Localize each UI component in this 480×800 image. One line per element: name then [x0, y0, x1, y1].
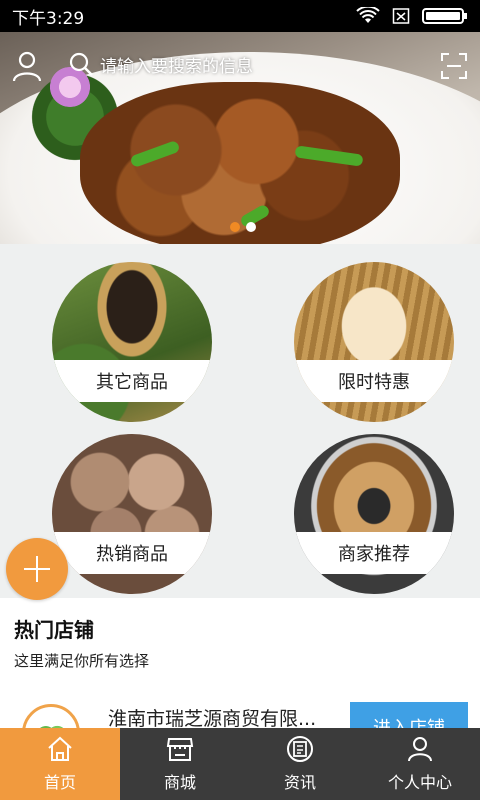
- hot-shops-section: 热门店铺 这里满足你所有选择 淮南市瑞芝源商贸有限... 进入店铺: [0, 598, 480, 728]
- category-grid: 其它商品 限时特惠 热销商品 商家推荐: [0, 244, 480, 598]
- battery-icon: [422, 8, 467, 24]
- section-subtitle: 这里满足你所有选择: [14, 652, 150, 670]
- plus-icon: [24, 556, 50, 582]
- nav-item-home[interactable]: 首页: [0, 728, 120, 800]
- search-icon: [69, 52, 93, 76]
- category-label-bar: 热销商品: [52, 532, 212, 574]
- category-other-products[interactable]: 其它商品: [52, 262, 212, 422]
- nav-label: 首页: [43, 773, 76, 792]
- person-icon: [408, 737, 432, 762]
- search-bar[interactable]: 请输入要搜索的信息: [60, 44, 420, 84]
- nav-item-store[interactable]: 商城: [120, 728, 240, 800]
- category-label: 其它商品: [96, 372, 168, 393]
- pagination-dot-active[interactable]: [230, 222, 240, 232]
- status-bar: 下午3:29: [0, 0, 480, 32]
- category-merchant-picks[interactable]: 商家推荐: [294, 434, 454, 594]
- user-icon[interactable]: [12, 50, 42, 82]
- category-label: 限时特惠: [338, 372, 410, 393]
- nav-item-profile[interactable]: 个人中心: [360, 728, 480, 800]
- nav-item-news[interactable]: 资讯: [240, 728, 360, 800]
- category-hot-sellers[interactable]: 热销商品: [52, 434, 212, 594]
- search-placeholder[interactable]: 请输入要搜索的信息: [100, 52, 253, 77]
- wifi-icon: [356, 7, 380, 23]
- nav-label: 商城: [163, 773, 196, 792]
- shop-logo: [22, 704, 80, 728]
- enter-shop-button[interactable]: 进入店铺: [350, 702, 468, 728]
- sim-off-icon: [392, 8, 410, 24]
- floating-add-button[interactable]: [6, 538, 68, 600]
- home-icon: [48, 736, 72, 761]
- store-icon: [166, 738, 194, 761]
- banner-pagination: [230, 222, 256, 232]
- shop-name[interactable]: 淮南市瑞芝源商贸有限...: [108, 704, 316, 728]
- top-search-overlay: 请输入要搜索的信息: [0, 40, 480, 92]
- status-time: 下午3:29: [12, 8, 85, 29]
- status-icons: [356, 7, 468, 25]
- category-label-bar: 商家推荐: [294, 532, 454, 574]
- category-label-bar: 限时特惠: [294, 360, 454, 402]
- nav-label: 资讯: [283, 773, 316, 792]
- category-label-bar: 其它商品: [52, 360, 212, 402]
- nav-label: 个人中心: [387, 773, 452, 792]
- pagination-dot[interactable]: [246, 222, 256, 232]
- bottom-nav: 首页 商城 资讯 个人中心: [0, 728, 480, 800]
- scan-icon[interactable]: [440, 52, 468, 80]
- category-limited-offer[interactable]: 限时特惠: [294, 262, 454, 422]
- news-icon: [287, 736, 313, 762]
- category-label: 商家推荐: [338, 544, 410, 565]
- section-title: 热门店铺: [14, 618, 94, 642]
- category-label: 热销商品: [96, 544, 168, 565]
